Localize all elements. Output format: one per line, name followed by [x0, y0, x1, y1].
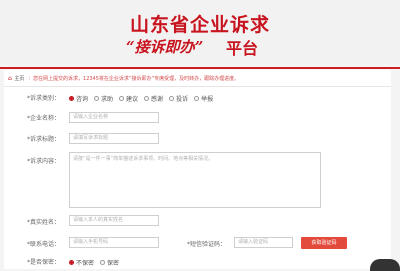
type-option-consult[interactable]: 咨询 [69, 94, 88, 103]
content-label: *诉求内容： [27, 158, 61, 165]
type-radio-group: 咨询 求助 建议 感谢 投诉 举报 [69, 94, 213, 103]
breadcrumb-notice: ：您在网上提交的诉求，12345将在企业诉求“接诉即办”专席受理，及时转办，跟踪… [28, 76, 240, 82]
radio-icon [144, 96, 150, 101]
radio-icon [169, 96, 175, 101]
type-label: *诉求类别： [27, 95, 61, 102]
name-label: *真实姓名： [27, 219, 61, 226]
company-label: *企业名称： [27, 115, 61, 122]
privacy-option-public[interactable]: 不保密 [69, 258, 94, 267]
privacy-option-label: 保密 [107, 260, 120, 267]
type-option-label: 咨询 [76, 96, 89, 103]
type-option-label: 举报 [201, 96, 214, 103]
privacy-label: *是否保密： [27, 259, 61, 266]
subject-input[interactable]: 请填写诉求标题 [69, 133, 159, 144]
radio-icon [94, 96, 100, 101]
banner-platform: 平台 [226, 39, 259, 58]
breadcrumb: ⌂ 主页 ：您在网上提交的诉求，12345将在企业诉求“接诉即办”专席受理，及时… [8, 74, 239, 83]
content-textarea[interactable]: 请按“是一件一事”简单描述诉求事项、时间、地点等相关情况。 [69, 152, 321, 208]
sms-code-label: *短信验证码： [187, 241, 227, 248]
phone-label: *联系电话： [27, 241, 61, 248]
privacy-radio-group: 不保密 保密 [69, 258, 119, 267]
banner-slogan: “接诉即办” [126, 38, 204, 56]
get-code-button[interactable]: 获取验证码 [301, 237, 347, 249]
radio-icon [100, 260, 106, 265]
type-option-report[interactable]: 举报 [194, 94, 213, 103]
type-option-help[interactable]: 求助 [94, 94, 113, 103]
sms-code-input[interactable]: 请输入验证码 [234, 237, 293, 248]
type-option-label: 投诉 [176, 96, 189, 103]
banner-title: 山东省企业诉求 [129, 14, 270, 36]
type-option-suggest[interactable]: 建议 [119, 94, 138, 103]
type-option-complaint[interactable]: 投诉 [169, 94, 188, 103]
type-option-label: 求助 [101, 96, 114, 103]
type-option-label: 感谢 [151, 96, 164, 103]
phone-input[interactable]: 请输入手机号码 [69, 237, 159, 248]
chat-widget-icon[interactable] [370, 259, 400, 271]
breadcrumb-rule [4, 86, 391, 87]
breadcrumb-home[interactable]: 主页 [14, 76, 24, 82]
privacy-option-label: 不保密 [76, 260, 95, 267]
header-divider [0, 67, 400, 69]
radio-icon [69, 96, 74, 101]
subject-label: *诉求标题： [27, 136, 61, 143]
type-option-label: 建议 [126, 96, 139, 103]
radio-icon [119, 96, 125, 101]
company-input[interactable]: 请输入企业名称 [69, 112, 159, 123]
name-input[interactable]: 请输入本人的真实姓名 [69, 215, 159, 226]
radio-icon [194, 96, 200, 101]
home-icon[interactable]: ⌂ [8, 75, 12, 82]
type-option-thanks[interactable]: 感谢 [144, 94, 163, 103]
privacy-option-confidential[interactable]: 保密 [100, 258, 119, 267]
radio-icon [69, 260, 74, 265]
header-banner: 山东省企业诉求 “接诉即办” 平台 [0, 0, 400, 64]
